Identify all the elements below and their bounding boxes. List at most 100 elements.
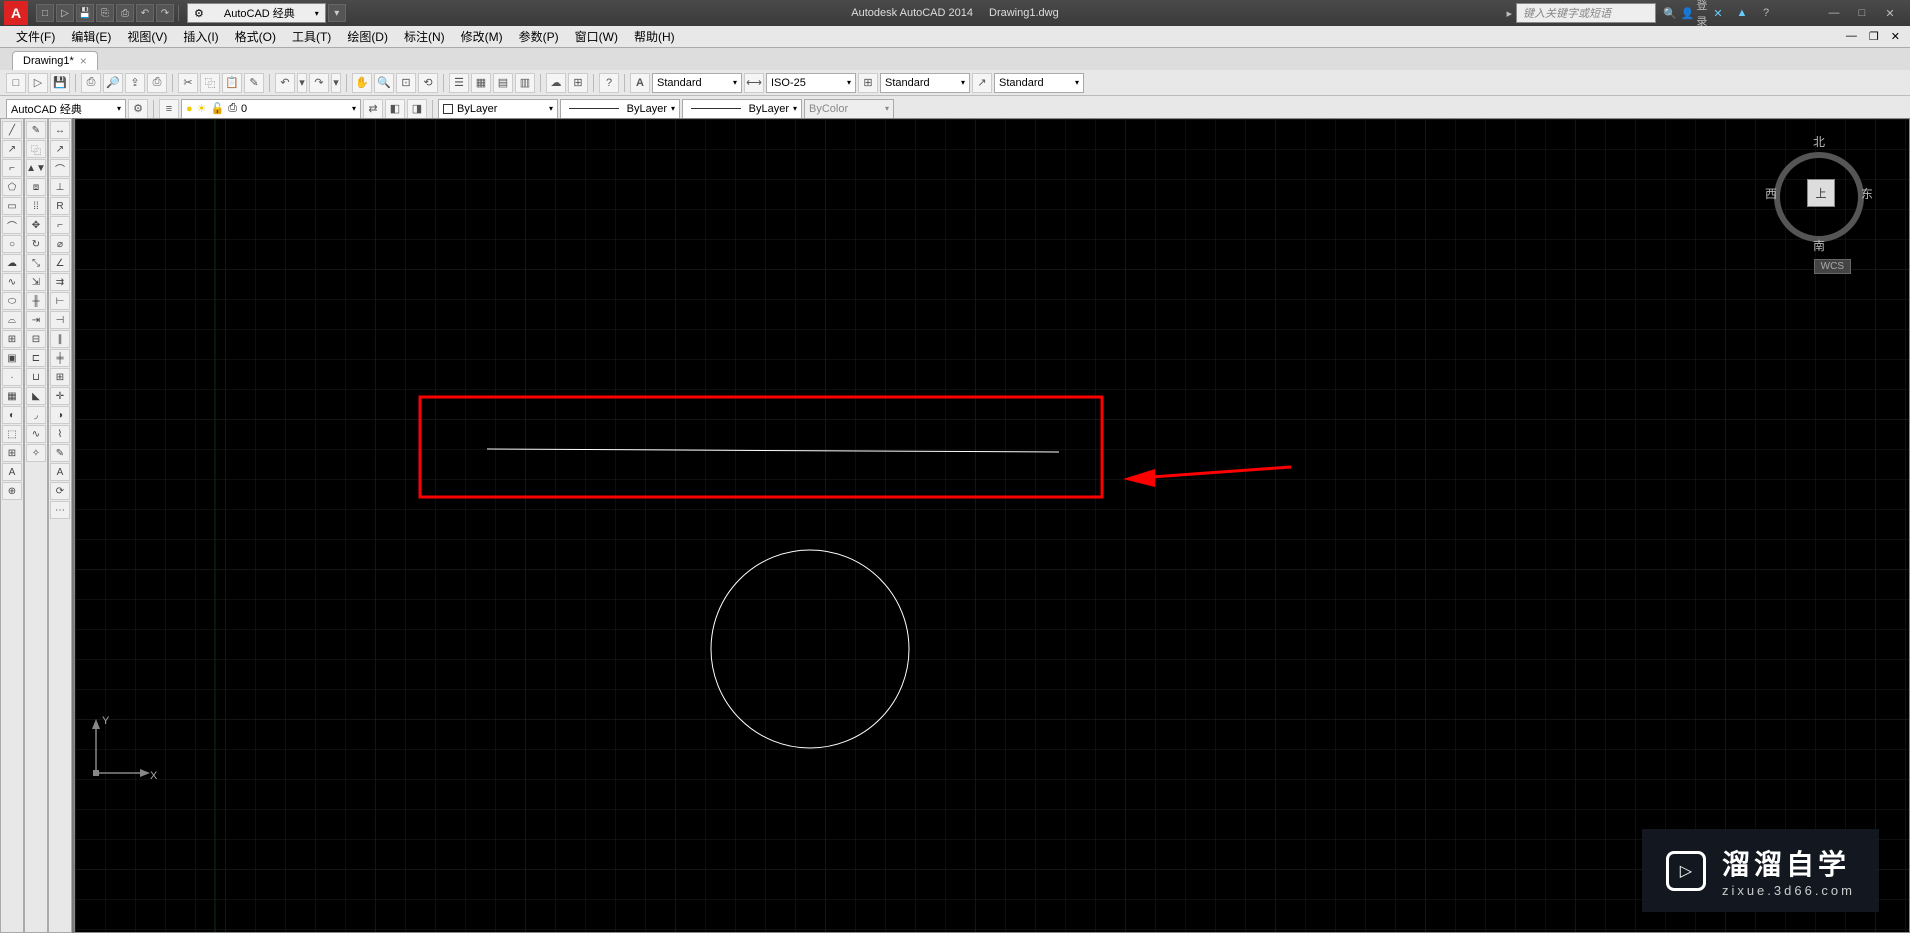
fillet-tool-icon[interactable]: ◞: [26, 406, 46, 424]
diameter-dim-icon[interactable]: ⌀: [50, 235, 70, 253]
point-tool-icon[interactable]: ·: [2, 368, 22, 386]
viewcube-south[interactable]: 南: [1813, 237, 1825, 254]
zoom-rt-icon[interactable]: 🔍: [374, 73, 394, 93]
redo-icon[interactable]: ↷: [156, 4, 174, 22]
menu-file[interactable]: 文件(F): [8, 26, 63, 47]
baseline-dim-icon[interactable]: ⊢: [50, 292, 70, 310]
menu-parametric[interactable]: 参数(P): [511, 26, 567, 47]
ordinate-dim-icon[interactable]: ⊥: [50, 178, 70, 196]
quick-calc-icon[interactable]: ⊞: [568, 73, 588, 93]
markup-icon[interactable]: ☁: [546, 73, 566, 93]
gradient-tool-icon[interactable]: ◐: [2, 406, 22, 424]
zoom-win-icon[interactable]: ⊡: [396, 73, 416, 93]
tab-close-icon[interactable]: ×: [80, 54, 87, 68]
move-tool-icon[interactable]: ✥: [26, 216, 46, 234]
offset-tool-icon[interactable]: ⧈: [26, 178, 46, 196]
layer-dropdown[interactable]: ● ☀ 🔓 ⎙ 0: [181, 99, 361, 119]
color-dropdown[interactable]: ByLayer: [438, 99, 558, 119]
make-block-tool-icon[interactable]: ▣: [2, 349, 22, 367]
menu-window[interactable]: 窗口(W): [567, 26, 626, 47]
inspect-dim-icon[interactable]: ◑: [50, 406, 70, 424]
save-icon[interactable]: 💾: [76, 4, 94, 22]
arc-tool-icon[interactable]: ⌒: [2, 216, 22, 234]
polygon-tool-icon[interactable]: ⬠: [2, 178, 22, 196]
dim-edit-icon[interactable]: ✎: [50, 444, 70, 462]
ellipse-tool-icon[interactable]: ⬭: [2, 292, 22, 310]
design-center-icon[interactable]: ▦: [471, 73, 491, 93]
region-tool-icon[interactable]: ⬚: [2, 425, 22, 443]
doc-restore-button[interactable]: ❐: [1865, 30, 1883, 43]
redo-btn-icon[interactable]: ↷: [309, 73, 329, 93]
paste-icon[interactable]: 📋: [222, 73, 242, 93]
login-button[interactable]: 👤登录: [1684, 3, 1704, 23]
properties-icon[interactable]: ☰: [449, 73, 469, 93]
help-btn-icon[interactable]: ?: [599, 73, 619, 93]
close-button[interactable]: ✕: [1876, 3, 1904, 23]
saveas-icon[interactable]: ⎘: [96, 4, 114, 22]
pan-icon[interactable]: ✋: [352, 73, 372, 93]
dim-style-btn-icon[interactable]: ⋯: [50, 501, 70, 519]
scale-tool-icon[interactable]: ⤡: [26, 254, 46, 272]
menu-insert[interactable]: 插入(I): [175, 26, 226, 47]
center-mark-icon[interactable]: ✛: [50, 387, 70, 405]
new-icon[interactable]: □: [36, 4, 54, 22]
exchange-icon[interactable]: ✕: [1708, 3, 1728, 23]
tool-palette-icon[interactable]: ▤: [493, 73, 513, 93]
erase-tool-icon[interactable]: ✎: [26, 121, 46, 139]
menu-tools[interactable]: 工具(T): [284, 26, 339, 47]
sheet-set-icon[interactable]: ▥: [515, 73, 535, 93]
polyline-tool-icon[interactable]: ⌐: [2, 159, 22, 177]
chamfer-tool-icon[interactable]: ◣: [26, 387, 46, 405]
publish-icon[interactable]: ⇪: [125, 73, 145, 93]
text-style-dropdown[interactable]: Standard: [652, 73, 742, 93]
table-style-icon[interactable]: ⊞: [858, 73, 878, 93]
menu-modify[interactable]: 修改(M): [453, 26, 511, 47]
doc-close-button[interactable]: ✕: [1887, 30, 1904, 43]
insert-block-tool-icon[interactable]: ⊞: [2, 330, 22, 348]
menu-edit[interactable]: 编辑(E): [63, 26, 119, 47]
spline-tool-icon[interactable]: ∿: [2, 273, 22, 291]
break-tool-icon[interactable]: ⊏: [26, 349, 46, 367]
zoom-prev-icon[interactable]: ⟲: [418, 73, 438, 93]
menu-help[interactable]: 帮助(H): [626, 26, 683, 47]
copy-tool-icon[interactable]: ⿻: [26, 140, 46, 158]
cut-icon[interactable]: ✂: [178, 73, 198, 93]
circle-tool-icon[interactable]: ○: [2, 235, 22, 253]
ellipse-arc-tool-icon[interactable]: ⌓: [2, 311, 22, 329]
lineweight-dropdown[interactable]: ByLayer: [682, 99, 802, 119]
layer-iso-icon[interactable]: ◧: [385, 99, 405, 119]
aligned-dim-icon[interactable]: ↗: [50, 140, 70, 158]
save-doc-icon[interactable]: 💾: [50, 73, 70, 93]
layer-manager-icon[interactable]: ≡: [159, 99, 179, 119]
wcs-label[interactable]: WCS: [1814, 259, 1851, 274]
dim-space-icon[interactable]: ∥: [50, 330, 70, 348]
break-point-tool-icon[interactable]: ⊟: [26, 330, 46, 348]
undo-dd-icon[interactable]: ▾: [297, 73, 307, 93]
viewcube-north[interactable]: 北: [1813, 133, 1825, 150]
blend-tool-icon[interactable]: ∿: [26, 425, 46, 443]
search-input[interactable]: 键入关键字或短语: [1516, 3, 1656, 23]
arc-dim-icon[interactable]: ⌒: [50, 159, 70, 177]
open-doc-icon[interactable]: ▷: [28, 73, 48, 93]
mleader-style-icon[interactable]: ↗: [972, 73, 992, 93]
qat-more-icon[interactable]: ▾: [328, 4, 346, 22]
mtext-tool-icon[interactable]: A: [2, 463, 22, 481]
dim-break-icon[interactable]: ╪: [50, 349, 70, 367]
a360-icon[interactable]: ▲: [1732, 3, 1752, 23]
redo-dd-icon[interactable]: ▾: [331, 73, 341, 93]
dim-style-dropdown[interactable]: ISO-25: [766, 73, 856, 93]
maximize-button[interactable]: □: [1848, 3, 1876, 23]
search-icon[interactable]: 🔍: [1660, 3, 1680, 23]
text-style-icon[interactable]: A: [630, 73, 650, 93]
stretch-tool-icon[interactable]: ⇲: [26, 273, 46, 291]
dim-update-icon[interactable]: ⟳: [50, 482, 70, 500]
linear-dim-icon[interactable]: ↔: [50, 121, 70, 139]
menu-format[interactable]: 格式(O): [227, 26, 284, 47]
rectangle-tool-icon[interactable]: ▭: [2, 197, 22, 215]
extend-tool-icon[interactable]: ⇥: [26, 311, 46, 329]
xline-tool-icon[interactable]: ↗: [2, 140, 22, 158]
view-cube[interactable]: 北 南 西 东 上: [1769, 129, 1869, 259]
menu-view[interactable]: 视图(V): [119, 26, 175, 47]
dim-style-icon[interactable]: ⟷: [744, 73, 764, 93]
doc-minimize-button[interactable]: —: [1842, 30, 1861, 43]
